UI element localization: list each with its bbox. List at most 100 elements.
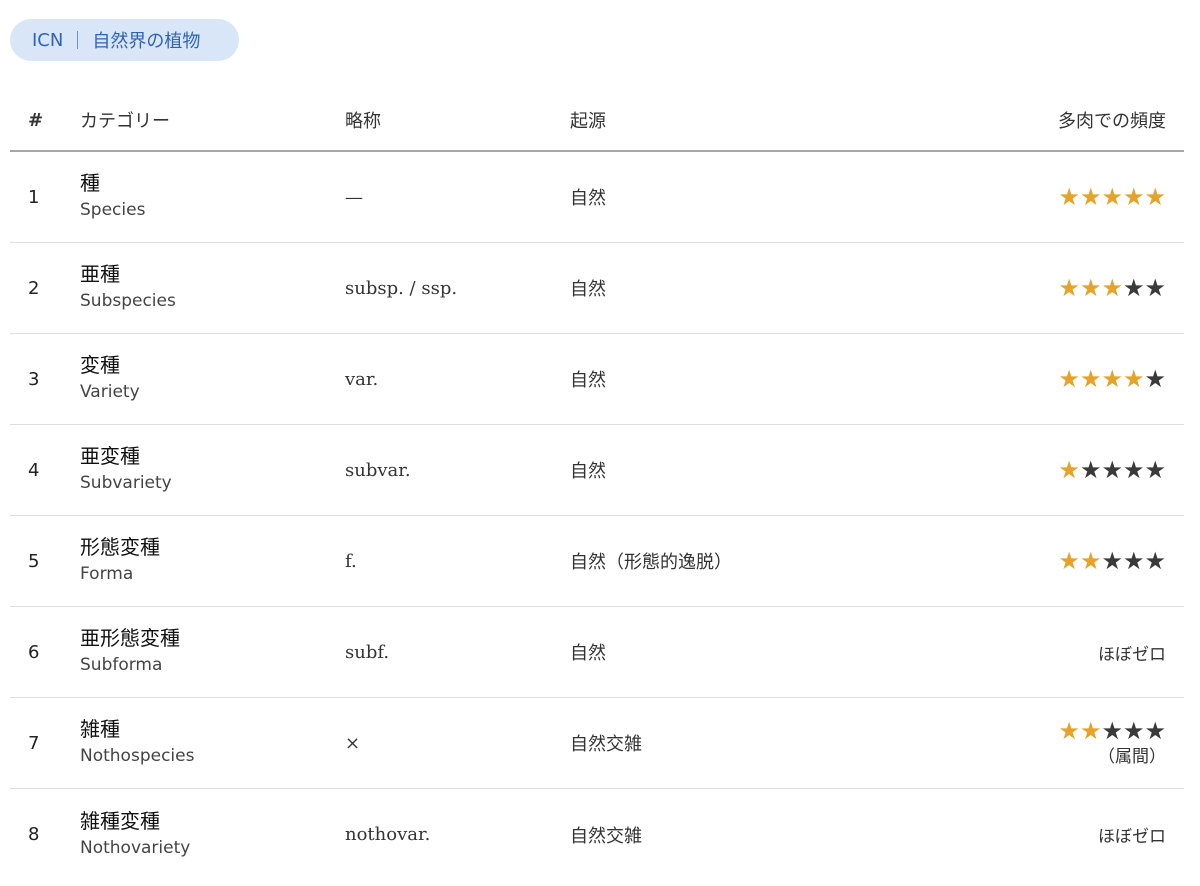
badge-code: ICN: [32, 29, 64, 51]
header-abbr: 略称: [345, 111, 381, 132]
row-category: 雑種変種 Nothovariety: [80, 808, 345, 862]
row-origin: 自然: [570, 643, 606, 664]
star-empty-icon: ★: [1122, 456, 1145, 484]
row-origin: 自然: [570, 279, 606, 300]
star-filled-icon: ★: [1079, 365, 1102, 393]
category-japanese: 種: [80, 171, 100, 195]
star-empty-icon: ★: [1122, 717, 1145, 745]
star-filled-icon: ★: [1079, 183, 1102, 211]
row-abbreviation: var.: [345, 368, 379, 390]
star-empty-icon: ★: [1079, 456, 1102, 484]
frequency-stars: ★★★★★: [990, 456, 1166, 484]
star-filled-icon: ★: [1122, 365, 1145, 393]
category-japanese: 亜変種: [80, 444, 140, 468]
category-japanese: 亜種: [80, 262, 120, 286]
row-frequency: ★★★★★: [990, 183, 1184, 211]
row-origin: 自然交雑: [570, 825, 642, 847]
frequency-text: ほぼゼロ: [1098, 644, 1166, 665]
frequency-stars: ★★★★★: [990, 365, 1166, 393]
table-row: 3 変種 Variety var. 自然 ★★★★★: [10, 334, 1184, 425]
row-abbreviation: subf.: [345, 641, 390, 663]
category-english: Variety: [80, 382, 140, 402]
row-category: 亜形態変種 Subforma: [80, 625, 345, 679]
row-abbreviation: subvar.: [345, 459, 411, 481]
row-frequency: ★★★★★: [990, 365, 1184, 393]
frequency-text: ほぼゼロ: [1098, 827, 1166, 847]
badge-label: 自然界の植物: [92, 31, 201, 52]
row-number: 1: [28, 186, 40, 208]
star-filled-icon: ★: [1101, 183, 1123, 211]
star-empty-icon: ★: [1144, 456, 1166, 484]
category-english: Nothovariety: [80, 837, 191, 858]
row-frequency: ★★★★★: [990, 547, 1184, 575]
star-empty-icon: ★: [1144, 365, 1166, 393]
row-origin: 自然（形態的逸脱）: [570, 552, 732, 573]
star-filled-icon: ★: [1079, 274, 1102, 302]
star-empty-icon: ★: [1144, 717, 1166, 745]
row-origin: 自然: [570, 370, 606, 391]
star-filled-icon: ★: [1122, 183, 1145, 211]
star-filled-icon: ★: [1101, 365, 1123, 393]
row-abbreviation: subsp. / ssp.: [345, 277, 458, 299]
row-origin: 自然: [570, 188, 606, 209]
frequency-note: （属間）: [1098, 747, 1166, 767]
star-empty-icon: ★: [1101, 717, 1123, 745]
star-filled-icon: ★: [1058, 274, 1080, 302]
header-num: #: [28, 109, 44, 131]
star-empty-icon: ★: [1122, 547, 1145, 575]
row-category: 種 Species: [80, 170, 345, 224]
row-abbreviation: nothovar.: [345, 824, 431, 845]
row-number: 6: [28, 641, 40, 663]
table-body: 1 種 Species — 自然 ★★★★★ 2 亜種 Subspecies subsp. / s…: [10, 152, 1184, 880]
frequency-stars: ★★★★★: [990, 274, 1166, 302]
table-row: 5 形態変種 Forma f. 自然（形態的逸脱） ★★★★★: [10, 516, 1184, 607]
row-category: 変種 Variety: [80, 352, 345, 406]
row-abbreviation: ×: [345, 732, 361, 754]
table-row: 6 亜形態変種 Subforma subf. 自然 ほぼゼロ: [10, 607, 1184, 698]
row-category: 亜種 Subspecies: [80, 261, 345, 315]
category-english: Species: [80, 200, 146, 220]
star-filled-icon: ★: [1079, 547, 1102, 575]
category-english: Subforma: [80, 655, 163, 675]
row-origin: 自然: [570, 461, 606, 482]
category-japanese: 亜形態変種: [80, 626, 180, 650]
row-number: 3: [28, 368, 40, 390]
category-english: Subspecies: [80, 291, 176, 311]
star-filled-icon: ★: [1058, 365, 1080, 393]
star-filled-icon: ★: [1058, 183, 1080, 211]
row-number: 8: [28, 824, 40, 845]
header-category: カテゴリー: [80, 111, 170, 132]
star-empty-icon: ★: [1144, 274, 1166, 302]
row-number: 2: [28, 277, 40, 299]
category-japanese: 雑種変種: [80, 808, 160, 833]
row-frequency: ほぼゼロ: [990, 822, 1184, 847]
row-abbreviation: —: [345, 186, 363, 208]
table-header: # カテゴリー 略称 起源 多肉での頻度: [10, 90, 1184, 152]
taxonomy-table: # カテゴリー 略称 起源 多肉での頻度 1 種 Species — 自然 ★★★★★ 2 亜…: [10, 90, 1184, 880]
header-frequency: 多肉での頻度: [1058, 111, 1166, 132]
row-abbreviation: f.: [345, 550, 357, 572]
row-category: 形態変種 Forma: [80, 534, 345, 588]
star-filled-icon: ★: [1101, 274, 1123, 302]
row-number: 5: [28, 550, 40, 572]
table-row: 4 亜変種 Subvariety subvar. 自然 ★★★★★: [10, 425, 1184, 516]
row-frequency: ほぼゼロ: [990, 640, 1184, 665]
star-empty-icon: ★: [1144, 547, 1166, 575]
star-filled-icon: ★: [1079, 717, 1102, 745]
category-japanese: 雑種: [80, 717, 120, 741]
table-row: 1 種 Species — 自然 ★★★★★: [10, 152, 1184, 243]
star-empty-icon: ★: [1101, 456, 1123, 484]
star-empty-icon: ★: [1101, 547, 1123, 575]
table-row: 8 雑種変種 Nothovariety nothovar. 自然交雑 ほぼゼロ: [10, 789, 1184, 880]
star-empty-icon: ★: [1122, 274, 1145, 302]
row-frequency: ★★★★★: [990, 456, 1184, 484]
star-filled-icon: ★: [1058, 547, 1080, 575]
frequency-stars: ★★★★★: [990, 717, 1166, 745]
category-badge: ICN 自然界の植物: [10, 19, 239, 61]
frequency-stars: ★★★★★: [990, 183, 1166, 211]
category-japanese: 変種: [80, 353, 120, 377]
row-number: 4: [28, 459, 40, 481]
badge-divider: [77, 31, 79, 49]
table-row: 2 亜種 Subspecies subsp. / ssp. 自然 ★★★★★: [10, 243, 1184, 334]
table-row: 7 雑種 Nothospecies × 自然交雑 ★★★★★ （属間）: [10, 698, 1184, 789]
